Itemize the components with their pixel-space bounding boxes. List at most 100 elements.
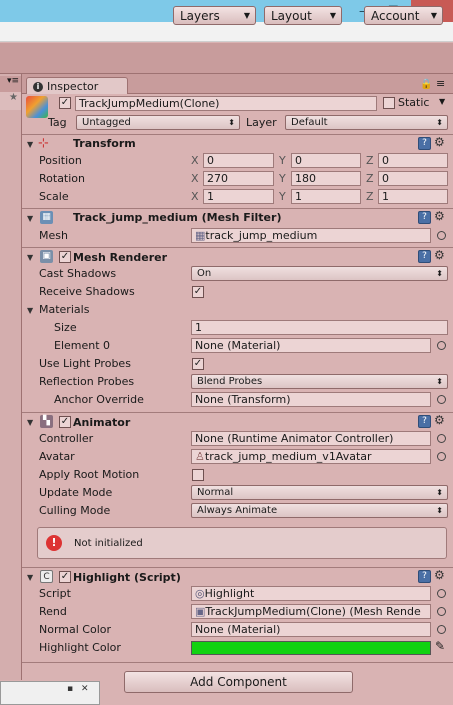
root-motion-checkbox[interactable] [192,469,204,481]
rend-field[interactable]: ▣TrackJumpMedium(Clone) (Mesh Rende [191,604,431,619]
panel-menu-icon[interactable]: ≡ [436,77,445,90]
star-icon[interactable]: ★ [0,92,21,110]
light-probes-checkbox[interactable]: ✓ [192,358,204,370]
tab-inspector[interactable]: i Inspector [26,77,128,95]
chevron-down-icon: ▼ [430,11,437,20]
layout-label: Layout [271,8,312,23]
axis-y-label: Y [279,154,286,167]
gear-icon[interactable]: ⚙ [434,568,445,582]
anchor-override-field[interactable]: None (Transform) [191,392,431,407]
object-picker-icon[interactable] [437,434,446,443]
culling-mode-dropdown[interactable]: Always Animate ⬍ [191,503,448,518]
divider [22,567,453,568]
object-picker-icon[interactable] [437,341,446,350]
foldout-arrow-icon[interactable]: ▼ [27,418,33,427]
size-field[interactable]: 1 [191,320,448,335]
tag-value: Untagged [82,117,131,128]
mesh-renderer-title: Mesh Renderer [73,251,168,264]
lock-icon[interactable]: 🔒 [420,79,432,90]
help-icon[interactable]: ? [418,570,431,583]
layer-value: Default [291,117,328,128]
eyedropper-icon[interactable]: ✎ [435,639,445,653]
object-picker-icon[interactable] [437,589,446,598]
animator-enabled-checkbox[interactable]: ✓ [59,416,71,428]
object-picker-icon[interactable] [437,625,446,634]
foldout-arrow-icon[interactable]: ▼ [27,306,33,315]
restore-icon[interactable]: ▪ [67,684,73,694]
avatar-label: Avatar [39,450,75,463]
add-component-button[interactable]: Add Component [124,671,353,693]
object-picker-icon[interactable] [437,607,446,616]
updown-arrow-icon: ⬍ [228,118,235,127]
close-icon[interactable]: ✕ [81,684,89,694]
tab-inspector-label: Inspector [47,80,99,93]
gear-icon[interactable]: ⚙ [434,209,445,223]
script-value: Highlight [204,587,255,600]
scale-x-field[interactable]: 1 [203,189,274,204]
rend-label: Rend [39,605,67,618]
mesh-renderer-enabled-checkbox[interactable]: ✓ [59,251,71,263]
layout-dropdown[interactable]: Layout ▼ [264,6,342,25]
foldout-arrow-icon[interactable]: ▼ [27,573,33,582]
normal-color-field[interactable]: None (Material) [191,622,431,637]
chevron-down-icon[interactable]: ▼ [439,97,445,106]
axis-x-label: X [191,172,199,185]
axis-z-label: Z [366,190,374,203]
reflection-probes-value: Blend Probes [197,376,263,387]
help-icon[interactable]: ? [418,211,431,224]
gear-icon[interactable]: ⚙ [434,248,445,262]
gear-icon[interactable]: ⚙ [434,413,445,427]
error-icon: ! [46,535,62,551]
highlight-color-swatch[interactable] [191,641,431,655]
gear-icon[interactable]: ⚙ [434,135,445,149]
axis-x-label: X [191,154,199,167]
account-dropdown[interactable]: Account ▼ [364,6,443,25]
update-mode-dropdown[interactable]: Normal ⬍ [191,485,448,500]
help-icon[interactable]: ? [418,250,431,263]
tag-dropdown[interactable]: Untagged ⬍ [76,115,240,130]
object-name-field[interactable]: TrackJumpMedium(Clone) [75,96,377,111]
position-z-field[interactable]: 0 [378,153,448,168]
toolbar [0,43,453,74]
avatar-icon: ♙ [195,450,205,463]
rotation-z-field[interactable]: 0 [378,171,448,186]
materials-label: Materials [39,303,90,316]
scale-label: Scale [39,190,69,203]
mesh-label: Mesh [39,229,68,242]
help-icon[interactable]: ? [418,415,431,428]
avatar-field[interactable]: ♙track_jump_medium_v1Avatar [191,449,431,464]
position-x-field[interactable]: 0 [203,153,274,168]
scale-y-field[interactable]: 1 [291,189,361,204]
scale-z-field[interactable]: 1 [378,189,448,204]
normal-color-label: Normal Color [39,623,112,636]
foldout-arrow-icon[interactable]: ▼ [27,214,33,223]
position-y-field[interactable]: 0 [291,153,361,168]
reflection-probes-dropdown[interactable]: Blend Probes ⬍ [191,374,448,389]
object-picker-icon[interactable] [437,452,446,461]
active-checkbox[interactable]: ✓ [59,97,71,109]
rotation-y-field[interactable]: 180 [291,171,361,186]
rotation-x-field[interactable]: 270 [203,171,274,186]
foldout-arrow-icon[interactable]: ▼ [27,140,33,149]
static-checkbox[interactable] [383,97,395,109]
help-text: Not initialized [74,537,143,549]
script-field[interactable]: ◎Highlight [191,586,431,601]
element0-field[interactable]: None (Material) [191,338,431,353]
foldout-arrow-icon[interactable]: ▼ [27,253,33,262]
update-mode-label: Update Mode [39,486,113,499]
object-picker-icon[interactable] [437,231,446,240]
highlight-enabled-checkbox[interactable]: ✓ [59,571,71,583]
panel-menu-icon[interactable]: ▾≡ [0,76,21,92]
layer-label-text: Layer [246,116,277,129]
object-picker-icon[interactable] [437,395,446,404]
receive-shadows-checkbox[interactable]: ✓ [192,286,204,298]
highlight-title: Highlight (Script) [73,571,181,584]
mesh-field[interactable]: ▦track_jump_medium [191,228,431,243]
controller-field[interactable]: None (Runtime Animator Controller) [191,431,431,446]
help-icon[interactable]: ? [418,137,431,150]
layers-dropdown[interactable]: Layers ▼ [173,6,256,25]
layer-dropdown[interactable]: Default ⬍ [285,115,448,130]
controller-label: Controller [39,432,94,445]
cast-shadows-dropdown[interactable]: On ⬍ [191,266,448,281]
element0-label: Element 0 [54,339,111,352]
